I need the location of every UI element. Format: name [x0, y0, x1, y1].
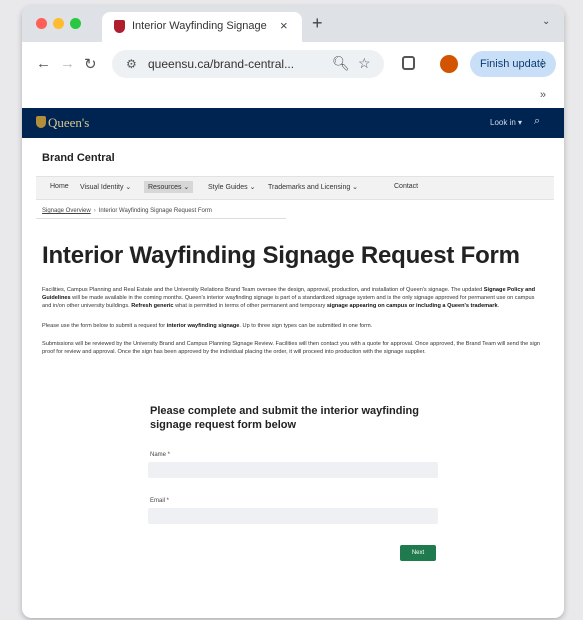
site-logo[interactable]: Queen's: [48, 115, 89, 131]
nav-item-home[interactable]: Home: [50, 183, 69, 190]
instructions-emphasis: interior wayfinding signage: [166, 323, 240, 329]
site-name[interactable]: Brand Central: [42, 152, 115, 164]
browser-toolbar: ← → ↻ ⚙ queensu.ca/brand-central... 🔍︎ ☆…: [22, 42, 564, 86]
name-label: Name *: [150, 452, 171, 458]
intro-emphasis: Refresh generic: [131, 303, 174, 309]
queens-favicon-icon: [114, 20, 125, 33]
intro-text: .: [497, 303, 500, 309]
forward-arrow-icon[interactable]: →: [60, 55, 75, 72]
maximize-window-button[interactable]: [70, 18, 81, 29]
nav-item-style-guides[interactable]: Style Guides ⌄: [208, 183, 256, 191]
nav-item-resources[interactable]: Resources ⌄: [144, 181, 194, 193]
profile-avatar[interactable]: [440, 55, 458, 73]
next-button[interactable]: Next: [400, 545, 436, 561]
intro-text: Facilities, Campus Planning and Real Est…: [42, 287, 484, 293]
tab-title: Interior Wayfinding Signage R: [132, 20, 267, 32]
email-input[interactable]: [148, 508, 438, 524]
reload-icon[interactable]: ↻: [84, 55, 97, 73]
page-title: Interior Wayfinding Signage Request Form: [42, 242, 520, 269]
minimize-window-button[interactable]: [53, 18, 64, 29]
tab-strip: Interior Wayfinding Signage R × + ⌄: [22, 6, 564, 42]
name-input[interactable]: [148, 462, 438, 478]
extensions-icon[interactable]: [402, 56, 415, 70]
address-bar[interactable]: ⚙ queensu.ca/brand-central... 🔍︎ ☆: [112, 50, 384, 78]
tab-close-icon[interactable]: ×: [280, 18, 288, 33]
nav-item-visual-identity[interactable]: Visual Identity ⌄: [80, 183, 131, 191]
site-info-icon[interactable]: ⚙: [126, 57, 137, 71]
back-arrow-icon[interactable]: ←: [36, 55, 51, 72]
signage-guidelines-link[interactable]: signage appearing on campus or including…: [327, 303, 498, 309]
instructions-text: . Up to three sign types can be submitte…: [239, 323, 373, 329]
bookmark-star-icon[interactable]: ☆: [358, 55, 371, 72]
zoom-icon[interactable]: 🔍︎: [332, 55, 350, 72]
bookmarks-bar: »: [22, 86, 564, 108]
more-bookmarks-icon[interactable]: »: [540, 89, 546, 101]
review-process-text: Submissions will be reviewed by the Univ…: [42, 341, 541, 355]
site-header: Queen's Look in ▾ ⌕: [22, 108, 564, 138]
url-text[interactable]: queensu.ca/brand-central...: [148, 57, 294, 71]
finish-update-button[interactable]: Finish update ⋮: [470, 51, 556, 77]
breadcrumb: Signage Overview › Interior Wayfinding Sig…: [42, 208, 212, 214]
intro-paragraph: Facilities, Campus Planning and Real Est…: [42, 286, 542, 310]
breadcrumb-parent-link[interactable]: Signage Overview: [42, 208, 91, 214]
breadcrumb-divider: [36, 218, 286, 219]
email-label: Email *: [150, 498, 170, 504]
tab-search-chevron-icon[interactable]: ⌄: [542, 16, 550, 27]
intro-text: what is permitted in terms of other perm…: [173, 303, 327, 309]
web-page: Queen's Look in ▾ ⌕ Brand Central Home V…: [22, 108, 564, 618]
kebab-menu-icon[interactable]: ⋮: [527, 51, 548, 77]
active-tab[interactable]: Interior Wayfinding Signage R ×: [102, 12, 302, 42]
breadcrumb-separator: ›: [93, 208, 96, 214]
close-window-button[interactable]: [36, 18, 47, 29]
sign-in-link[interactable]: Look in ▾: [490, 118, 522, 127]
nav-item-contact[interactable]: Contact: [394, 183, 418, 190]
new-tab-button[interactable]: +: [312, 13, 323, 34]
search-icon[interactable]: ⌕: [534, 115, 540, 128]
browser-window: Interior Wayfinding Signage R × + ⌄ ← → …: [22, 6, 564, 618]
instructions-text: Please use the form below to submit a re…: [42, 323, 167, 329]
nav-item-trademarks[interactable]: Trademarks and Licensing ⌄: [268, 183, 358, 191]
main-nav: Home Visual Identity ⌄ Resources ⌄ Style…: [36, 176, 554, 200]
form-instructions: Please use the form below to submit a re…: [42, 322, 542, 330]
queens-crest-icon: [36, 116, 46, 128]
form-heading: Please complete and submit the interior …: [150, 405, 419, 431]
breadcrumb-current: Interior Wayfinding Signage Request Form: [98, 208, 212, 214]
